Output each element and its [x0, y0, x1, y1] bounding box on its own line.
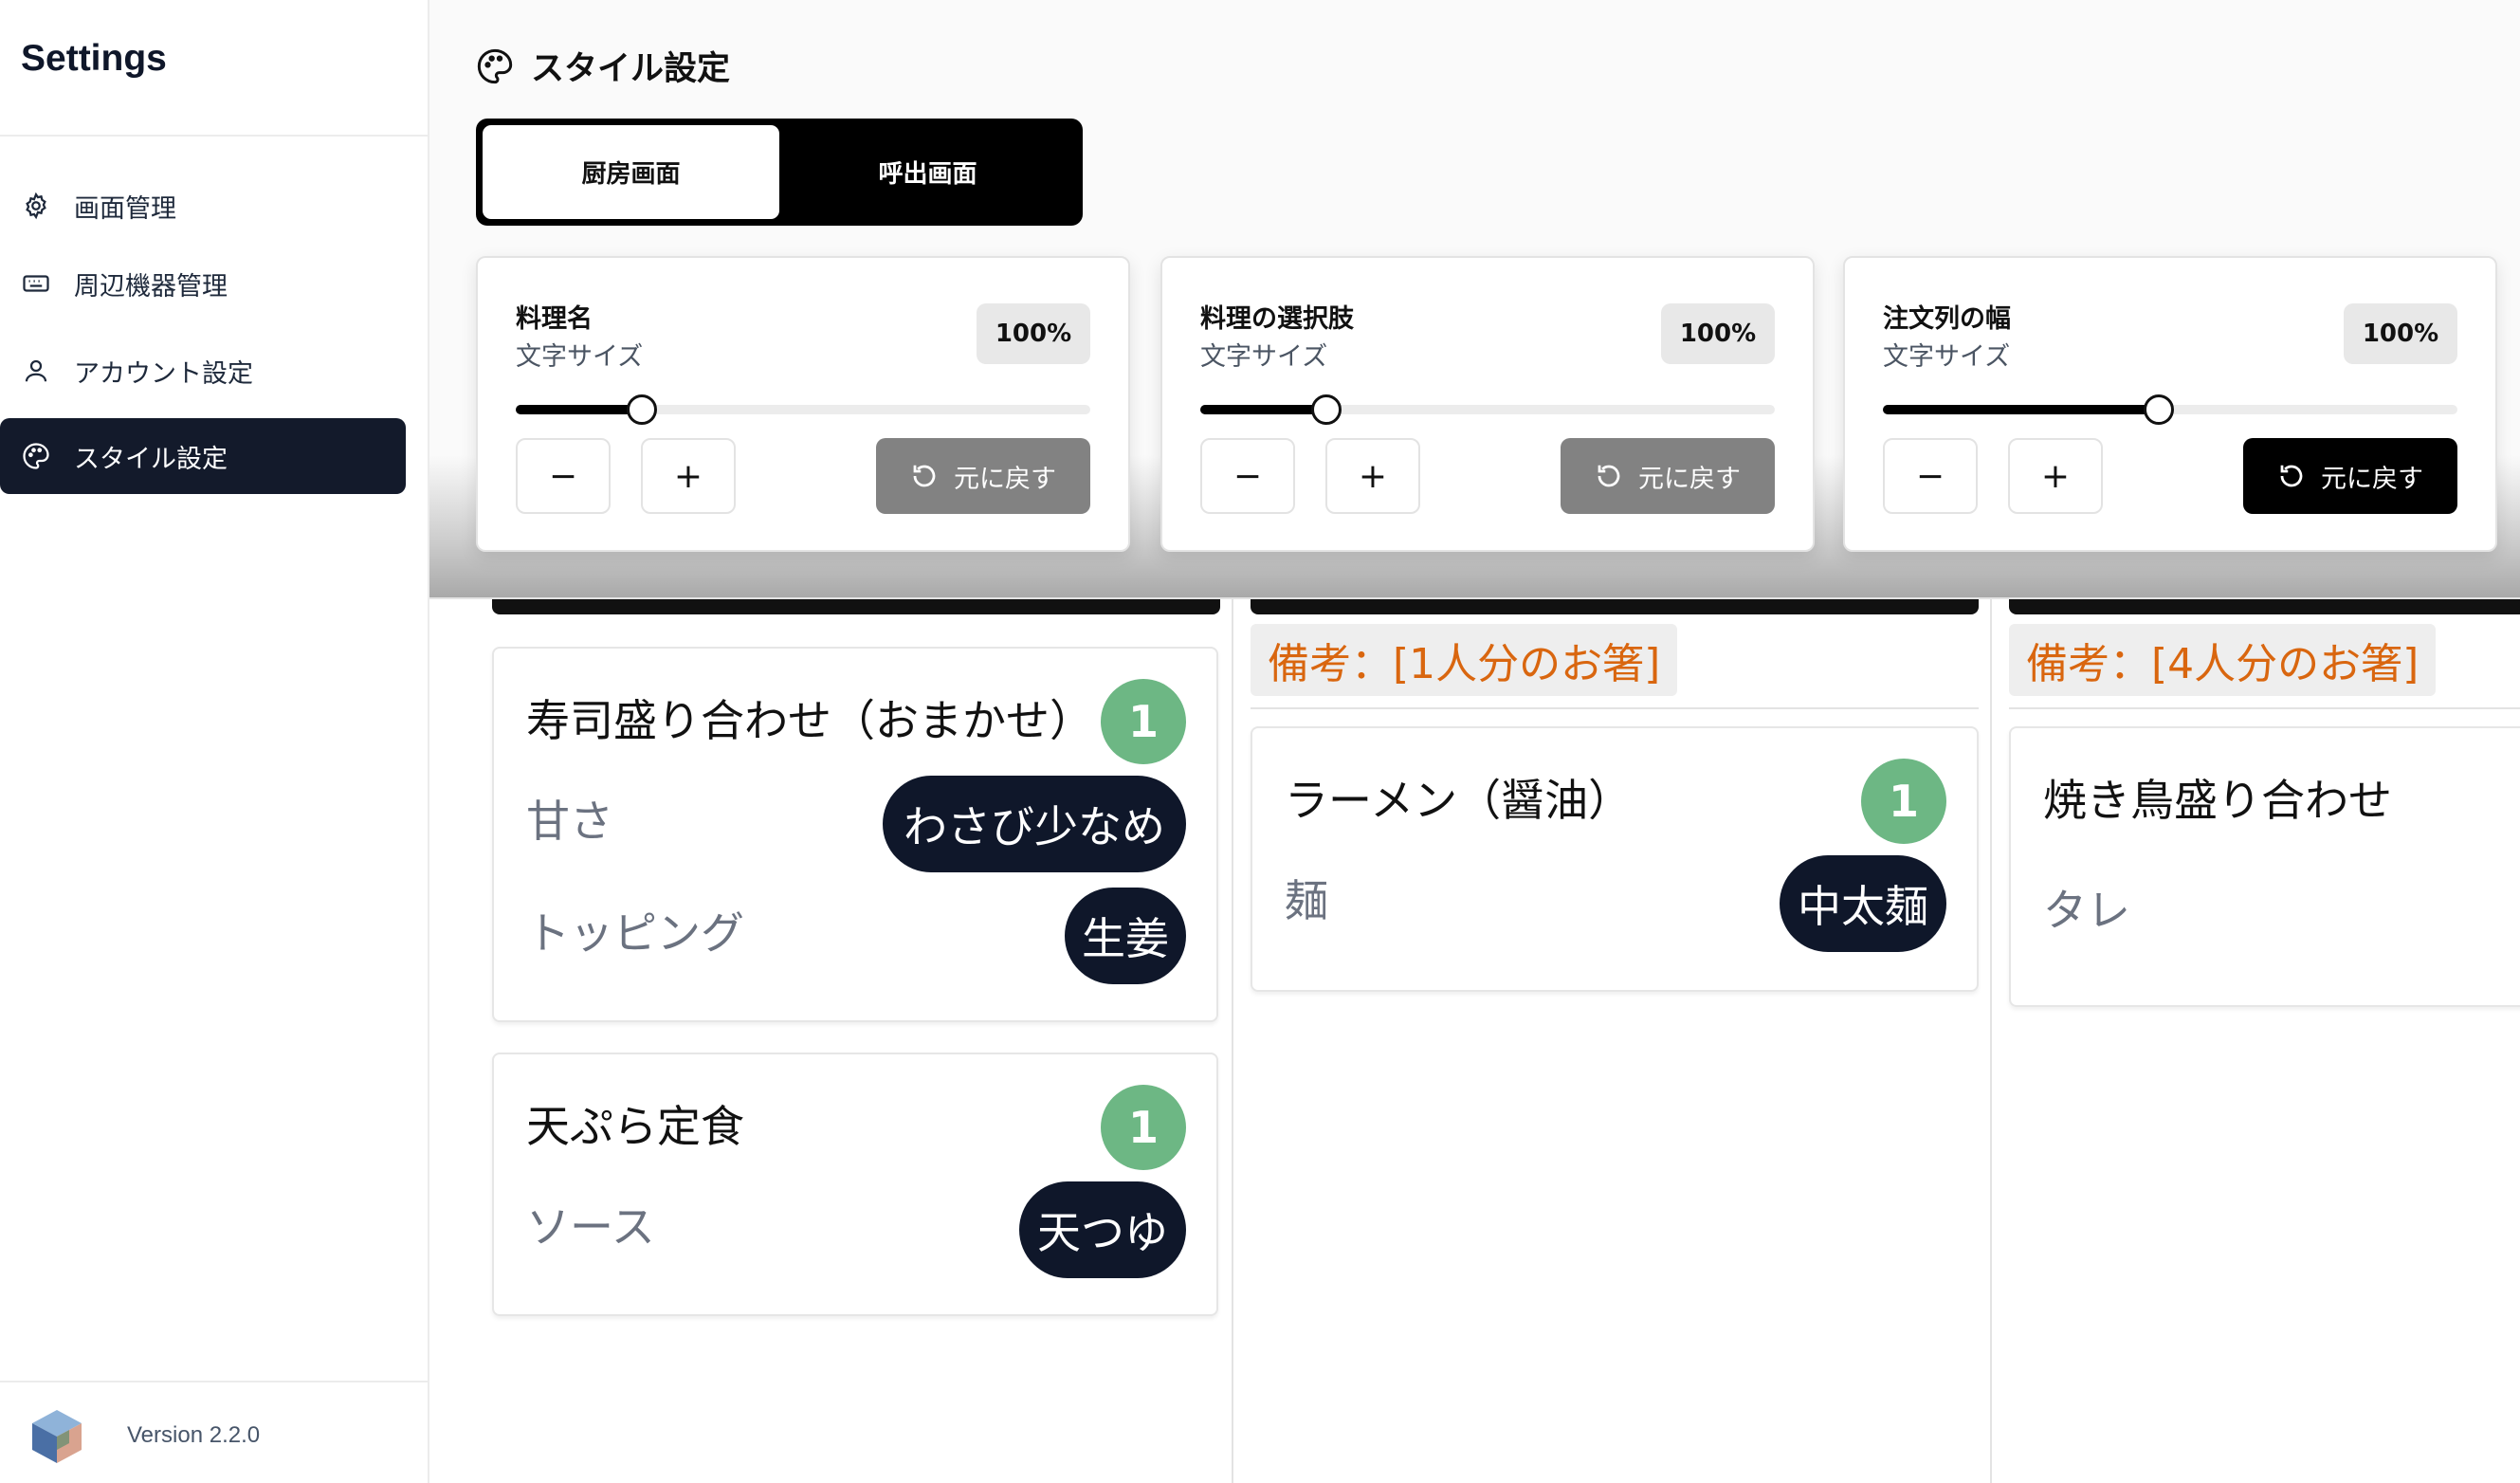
column-divider [1990, 599, 1992, 1483]
order-header-bar [1251, 599, 1979, 614]
order-note: 備考：[4人分のお箸] [2009, 624, 2437, 696]
increase-button[interactable]: + [641, 438, 736, 514]
dish-name: ラーメン（醤油） [1285, 775, 1633, 826]
style-card-dish-options: 料理の選択肢 文字サイズ 100% − + 元に戻す [1160, 256, 1815, 552]
column-divider [1232, 599, 1233, 1483]
dish-name: 焼き鳥盛り合わせ [2043, 775, 2392, 826]
kitchen-preview: 寿司盛り合わせ（おまかせ） 1 甘さ わさび少なめ トッピング 生姜 天ぷら定食… [429, 597, 2520, 1483]
keyboard-icon [21, 268, 51, 299]
dish-card: 寿司盛り合わせ（おまかせ） 1 甘さ わさび少なめ トッピング 生姜 [492, 647, 1218, 1022]
sidebar-item-label: 画面管理 [74, 193, 176, 224]
percent-badge: 100% [2344, 303, 2457, 364]
slider-thumb[interactable] [627, 394, 658, 425]
option-value: 天つゆ [1019, 1181, 1186, 1278]
qty-badge: 1 [1101, 679, 1186, 764]
divider [0, 135, 429, 137]
decrease-button[interactable]: − [1200, 438, 1295, 514]
option-label: ソース [526, 1201, 655, 1253]
app-title: Settings [21, 38, 167, 79]
palette-icon [21, 441, 51, 471]
dish-name: 寿司盛り合わせ（おまかせ） [526, 695, 1093, 746]
option-label: トッピング [526, 907, 744, 959]
order-header-bar [2009, 599, 2520, 614]
user-icon [21, 356, 51, 386]
card-title: 料理名 [516, 304, 593, 334]
order-note: 備考：[1人分のお箸] [1251, 624, 1678, 696]
qty-badge: 1 [1101, 1085, 1186, 1170]
sidebar-item-label: 周辺機器管理 [74, 271, 228, 302]
sidebar-item-screen-management[interactable]: 画面管理 [0, 168, 406, 244]
slider-thumb[interactable] [1311, 394, 1342, 425]
slider-fill [516, 405, 643, 414]
option-label: 甘さ [526, 796, 613, 847]
sidebar-item-style[interactable]: スタイル設定 [0, 418, 406, 494]
option-label: タレ [2043, 885, 2130, 936]
reset-button[interactable]: 元に戻す [876, 438, 1090, 514]
size-slider[interactable] [1883, 394, 2457, 425]
order-header-bar [492, 599, 1220, 614]
style-card-dish-name: 料理名 文字サイズ 100% − + 元に戻す [476, 256, 1130, 552]
option-value: 生姜 [1065, 888, 1186, 984]
reset-icon [1595, 462, 1623, 490]
reset-label: 元に戻す [954, 464, 1056, 494]
slider-thumb[interactable] [2143, 394, 2174, 425]
sidebar-item-label: アカウント設定 [74, 358, 253, 389]
tab-call-screen[interactable]: 呼出画面 [779, 125, 1076, 219]
size-slider[interactable] [516, 394, 1090, 425]
percent-badge: 100% [977, 303, 1090, 364]
reset-button[interactable]: 元に戻す [2243, 438, 2457, 514]
reset-label: 元に戻す [2321, 464, 2423, 494]
reset-label: 元に戻す [1638, 464, 1741, 494]
dish-card: 天ぷら定食 1 ソース 天つゆ [492, 1053, 1218, 1316]
palette-icon [476, 47, 514, 85]
slider-fill [1883, 405, 2159, 414]
option-label: 麺 [1285, 875, 1328, 926]
reset-icon [2277, 462, 2306, 490]
version-label: Version 2.2.0 [127, 1422, 261, 1448]
app-logo [27, 1406, 87, 1467]
reset-button[interactable]: 元に戻す [1561, 438, 1775, 514]
page-header: スタイル設定 [476, 42, 730, 90]
card-title: 料理の選択肢 [1200, 304, 1354, 334]
sidebar-item-account[interactable]: アカウント設定 [0, 333, 406, 409]
dish-card: ラーメン（醤油） 1 麺 中太麺 [1251, 726, 1979, 992]
style-card-column-width: 注文列の幅 文字サイズ 100% − + 元に戻す [1843, 256, 2497, 552]
option-value: わさび少なめ [883, 776, 1186, 872]
decrease-button[interactable]: − [1883, 438, 1978, 514]
dish-card: 焼き鳥盛り合わせ タレ [2009, 726, 2520, 1007]
card-subtitle: 文字サイズ [516, 342, 644, 372]
slider-fill [1200, 405, 1327, 414]
sidebar-item-label: スタイル設定 [74, 444, 228, 474]
card-subtitle: 文字サイズ [1200, 342, 1328, 372]
divider [0, 1381, 429, 1382]
divider [2009, 707, 2520, 709]
sidebar-item-peripherals[interactable]: 周辺機器管理 [0, 246, 406, 321]
card-subtitle: 文字サイズ [1883, 342, 2011, 372]
screen-tabs: 厨房画面 呼出画面 [476, 119, 1083, 226]
tab-kitchen-screen[interactable]: 厨房画面 [483, 125, 779, 219]
reset-icon [910, 462, 939, 490]
percent-badge: 100% [1661, 303, 1775, 364]
increase-button[interactable]: + [1325, 438, 1420, 514]
gear-icon [21, 191, 51, 221]
qty-badge: 1 [1861, 759, 1946, 844]
dish-name: 天ぷら定食 [526, 1101, 744, 1152]
sidebar: Settings 画面管理 周辺機器管理 アカウント設定 スタイル設定 Vers… [0, 0, 429, 1483]
size-slider[interactable] [1200, 394, 1775, 425]
option-value: 中太麺 [1780, 855, 1946, 952]
divider [1251, 707, 1979, 709]
decrease-button[interactable]: − [516, 438, 611, 514]
increase-button[interactable]: + [2008, 438, 2103, 514]
card-title: 注文列の幅 [1883, 304, 2011, 334]
page-title: スタイル設定 [531, 50, 731, 88]
